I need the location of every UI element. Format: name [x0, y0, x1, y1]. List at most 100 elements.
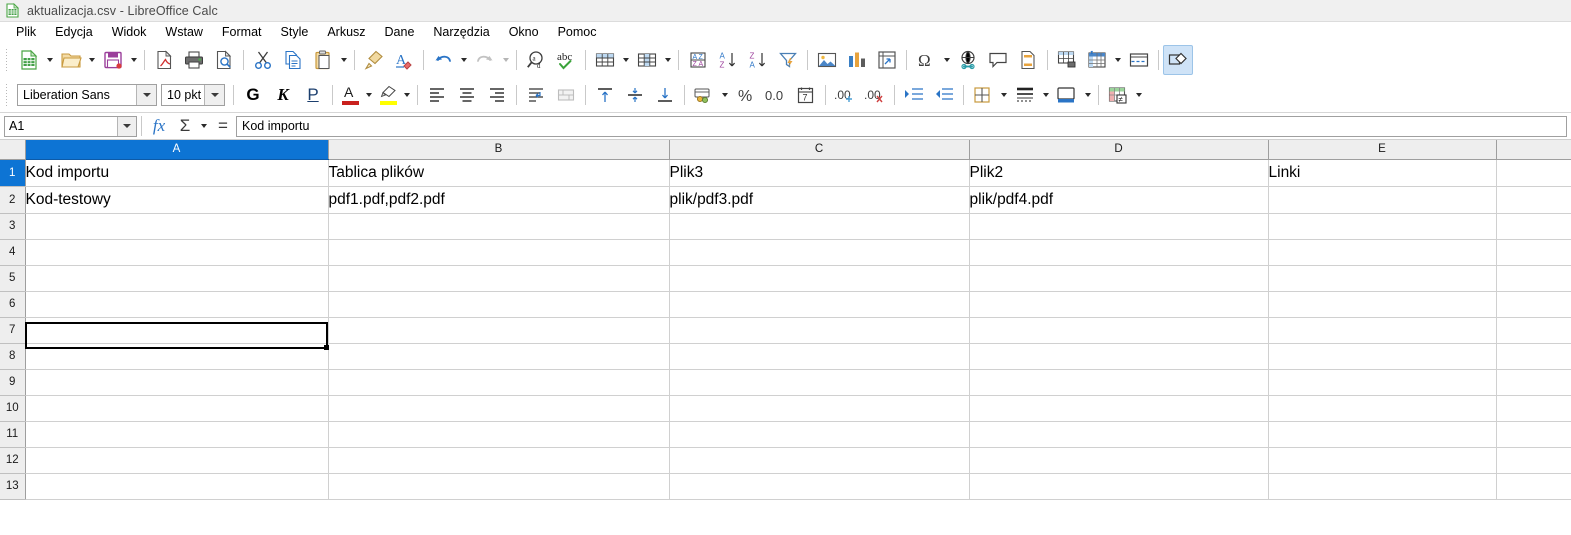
row-header-3[interactable]: 3 — [0, 213, 26, 240]
freeze-rows-columns-icon[interactable] — [1082, 45, 1112, 75]
font-name-combo[interactable]: Liberation Sans — [17, 84, 157, 106]
font-color-icon[interactable]: A — [337, 80, 363, 110]
column-header-d[interactable]: D — [969, 140, 1269, 160]
menu-style[interactable]: Style — [272, 23, 319, 41]
headers-footers-icon[interactable] — [1013, 45, 1043, 75]
row-header-7[interactable]: 7 — [0, 317, 26, 344]
cell-e12[interactable] — [1268, 447, 1497, 474]
row-header-9[interactable]: 9 — [0, 369, 26, 396]
cell-d10[interactable] — [969, 395, 1269, 422]
format-number-icon[interactable]: 0.0 — [761, 80, 791, 110]
split-window-icon[interactable] — [1124, 45, 1154, 75]
cell-c9[interactable] — [669, 369, 970, 396]
print-icon[interactable] — [179, 45, 209, 75]
cell-c3[interactable] — [669, 213, 970, 240]
cell-a6[interactable] — [25, 291, 329, 318]
cell-a9[interactable] — [25, 369, 329, 396]
cell-c8[interactable] — [669, 343, 970, 370]
cell-d5[interactable] — [969, 265, 1269, 292]
cell-c13[interactable] — [669, 473, 970, 500]
menu-plik[interactable]: Plik — [7, 23, 46, 41]
sort-descending-icon[interactable]: Z A — [743, 45, 773, 75]
column-dropdown[interactable] — [662, 45, 674, 75]
align-bottom-icon[interactable] — [650, 80, 680, 110]
cell-b13[interactable] — [328, 473, 670, 500]
show-draw-functions-icon[interactable] — [1163, 45, 1193, 75]
cell-a12[interactable] — [25, 447, 329, 474]
menu-format[interactable]: Format — [213, 23, 272, 41]
format-currency-dropdown[interactable] — [719, 80, 731, 110]
cell-f1[interactable] — [1496, 159, 1571, 187]
cell-e4[interactable] — [1268, 239, 1497, 266]
border-style-icon[interactable] — [1010, 80, 1040, 110]
save-icon[interactable] — [98, 45, 128, 75]
save-dropdown[interactable] — [128, 45, 140, 75]
cell-a11[interactable] — [25, 421, 329, 448]
new-document-icon[interactable] — [14, 45, 44, 75]
name-box[interactable]: A1 — [4, 115, 137, 137]
cell-a10[interactable] — [25, 395, 329, 422]
menu-pomoc[interactable]: Pomoc — [549, 23, 607, 41]
comment-icon[interactable] — [983, 45, 1013, 75]
cell-d4[interactable] — [969, 239, 1269, 266]
cell-a4[interactable] — [25, 239, 329, 266]
cell-c1[interactable]: Plik3 — [669, 159, 970, 187]
increase-indent-icon[interactable] — [899, 80, 929, 110]
row-header-11[interactable]: 11 — [0, 421, 26, 448]
copy-icon[interactable] — [278, 45, 308, 75]
row-dropdown[interactable] — [620, 45, 632, 75]
highlight-color-icon[interactable] — [375, 80, 401, 110]
spelling-icon[interactable]: abc — [551, 45, 581, 75]
cell-f7[interactable] — [1496, 317, 1571, 344]
spreadsheet-grid[interactable]: A B C D E 1 Kod importu Tablica plików P… — [0, 140, 1571, 514]
bold-button[interactable]: G — [238, 80, 268, 110]
underline-button[interactable]: P — [298, 80, 328, 110]
cell-f4[interactable] — [1496, 239, 1571, 266]
insert-image-icon[interactable] — [812, 45, 842, 75]
cell-f6[interactable] — [1496, 291, 1571, 318]
column-header-a[interactable]: A — [25, 140, 329, 160]
cell-d1[interactable]: Plik2 — [969, 159, 1269, 187]
cell-d12[interactable] — [969, 447, 1269, 474]
paste-dropdown[interactable] — [338, 45, 350, 75]
cell-e8[interactable] — [1268, 343, 1497, 370]
cell-d6[interactable] — [969, 291, 1269, 318]
cell-b4[interactable] — [328, 239, 670, 266]
row-header-4[interactable]: 4 — [0, 239, 26, 266]
cell-c2[interactable]: plik/pdf3.pdf — [669, 186, 970, 214]
format-percent-icon[interactable]: % — [731, 80, 761, 110]
cell-c10[interactable] — [669, 395, 970, 422]
cell-e7[interactable] — [1268, 317, 1497, 344]
cell-c5[interactable] — [669, 265, 970, 292]
menu-narzedzia[interactable]: Narzędzia — [424, 23, 499, 41]
cell-b3[interactable] — [328, 213, 670, 240]
clear-formatting-icon[interactable]: A — [389, 45, 419, 75]
open-file-icon[interactable] — [56, 45, 86, 75]
add-decimal-icon[interactable]: .00 — [830, 80, 860, 110]
cell-c7[interactable] — [669, 317, 970, 344]
sum-dropdown[interactable] — [198, 111, 210, 141]
row-header-13[interactable]: 13 — [0, 473, 26, 500]
cell-a3[interactable] — [25, 213, 329, 240]
formula-input[interactable]: Kod importu — [236, 115, 1567, 137]
clone-formatting-icon[interactable] — [359, 45, 389, 75]
cell-b10[interactable] — [328, 395, 670, 422]
define-print-area-icon[interactable] — [1052, 45, 1082, 75]
select-all-corner[interactable] — [0, 140, 26, 160]
cell-b6[interactable] — [328, 291, 670, 318]
format-date-icon[interactable]: 7 — [791, 80, 821, 110]
cell-f9[interactable] — [1496, 369, 1571, 396]
italic-button[interactable]: K — [268, 80, 298, 110]
cell-b9[interactable] — [328, 369, 670, 396]
chevron-down-icon[interactable] — [204, 85, 224, 105]
cell-d2[interactable]: plik/pdf4.pdf — [969, 186, 1269, 214]
cell-a1[interactable]: Kod importu — [25, 159, 329, 187]
column-icon[interactable] — [632, 45, 662, 75]
undo-icon[interactable] — [428, 45, 458, 75]
cell-d3[interactable] — [969, 213, 1269, 240]
column-header-e[interactable]: E — [1268, 140, 1497, 160]
insert-chart-icon[interactable] — [842, 45, 872, 75]
font-color-dropdown[interactable] — [363, 80, 375, 110]
hyperlink-icon[interactable] — [953, 45, 983, 75]
cell-e2[interactable] — [1268, 186, 1497, 214]
